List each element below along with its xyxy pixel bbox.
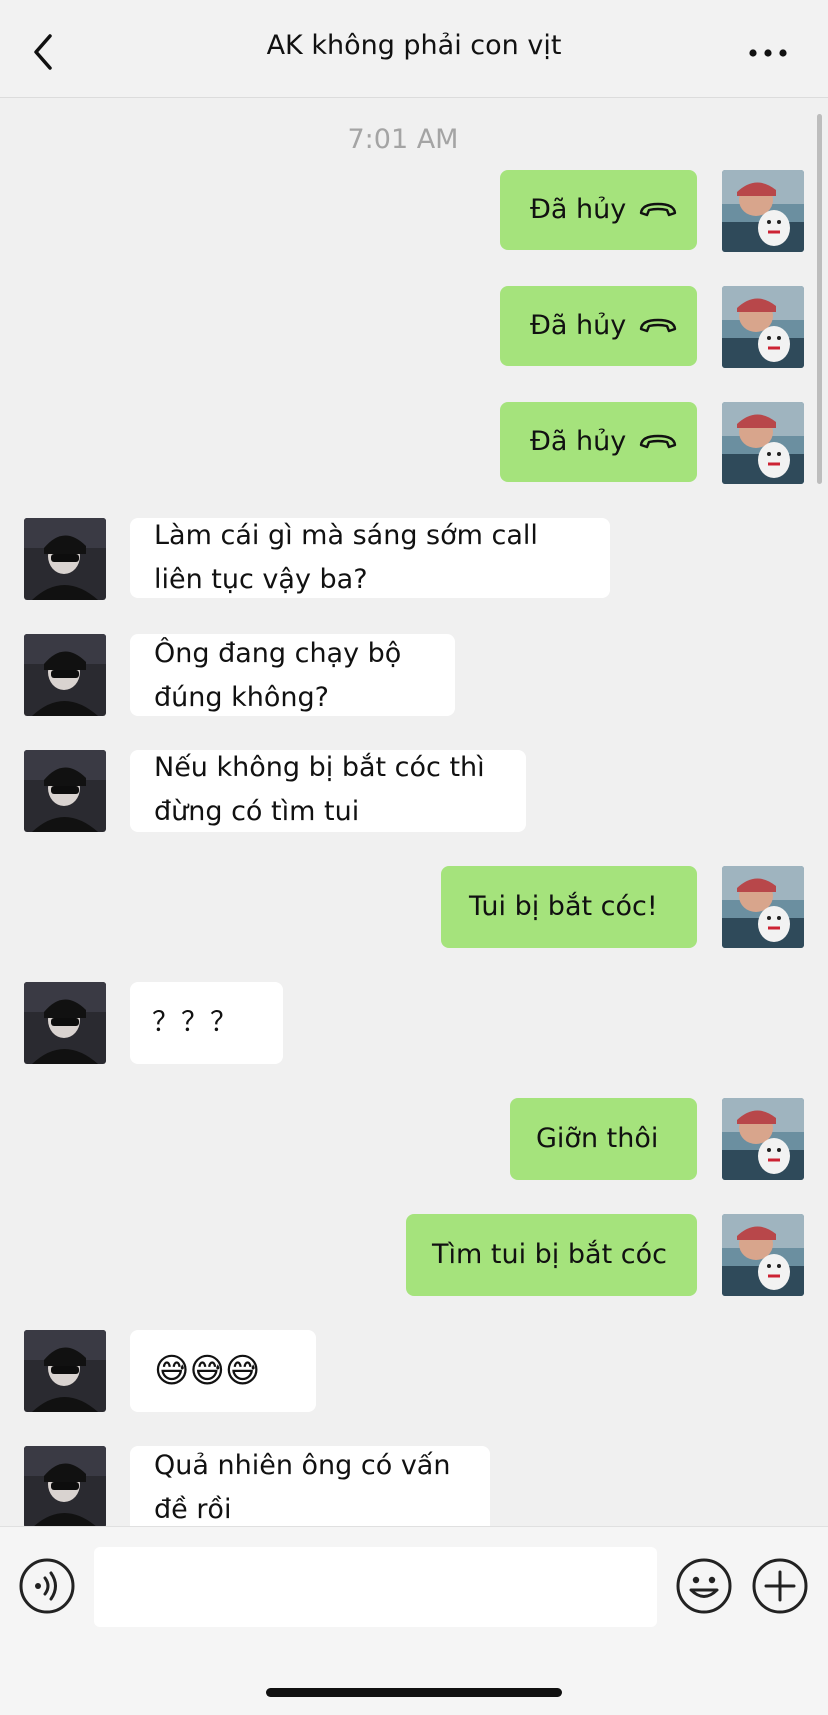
their-avatar[interactable] [24, 634, 106, 716]
my-avatar[interactable] [722, 1214, 804, 1296]
emoji-icon[interactable] [675, 1557, 733, 1615]
message-text: Tui bị bắt cóc! [469, 891, 658, 922]
my-avatar[interactable] [722, 286, 804, 368]
my-avatar[interactable] [722, 1098, 804, 1180]
my-avatar[interactable] [722, 402, 804, 484]
message-text: ？？？ [152, 1007, 239, 1038]
message-bubble-me[interactable]: Tìm tui bị bắt cóc [406, 1214, 697, 1296]
message-bubble-them[interactable]: Nếu không bị bắt cóc thì đừng có tìm tui [130, 750, 526, 832]
message-text: Đã hủy [530, 426, 627, 457]
plus-icon[interactable] [751, 1557, 809, 1615]
message-text: Nếu không bị bắt cóc thì đừng có tìm tui [154, 752, 485, 827]
message-bubble-me[interactable]: Đã hủy [500, 286, 697, 366]
scrollbar[interactable] [817, 114, 822, 484]
composer-bar [0, 1526, 828, 1715]
their-avatar[interactable] [24, 982, 106, 1064]
timestamp: 7:01 AM [347, 124, 459, 155]
message-bubble-them[interactable]: Làm cái gì mà sáng sớm call liên tục vậy… [130, 518, 610, 598]
my-avatar[interactable] [722, 866, 804, 948]
message-bubble-me[interactable]: Giỡn thôi [510, 1098, 697, 1180]
their-avatar[interactable] [24, 1330, 106, 1412]
my-avatar[interactable] [722, 170, 804, 252]
message-text: Đã hủy [530, 194, 627, 225]
message-bubble-them[interactable]: 😅😅😅 [130, 1330, 316, 1412]
message-text: Tìm tui bị bắt cóc [432, 1239, 667, 1270]
message-text: Quả nhiên ông có vấn đề rồi [154, 1450, 451, 1525]
phone-hangup-icon [638, 315, 678, 335]
message-bubble-them[interactable]: ？？？ [130, 982, 283, 1064]
chat-title: AK không phải con vịt [266, 30, 562, 61]
message-text: Giỡn thôi [536, 1123, 659, 1154]
more-dots-icon[interactable] [746, 38, 790, 68]
voice-icon[interactable] [18, 1557, 76, 1615]
their-avatar[interactable] [24, 1446, 106, 1528]
phone-hangup-icon [638, 431, 678, 451]
home-indicator[interactable] [266, 1688, 562, 1697]
message-bubble-them[interactable]: Ông đang chạy bộ đúng không? [130, 634, 455, 716]
message-bubble-me[interactable]: Đã hủy [500, 402, 697, 482]
nav-bar: AK không phải con vịt [0, 0, 828, 98]
phone-hangup-icon [638, 199, 678, 219]
message-text: Làm cái gì mà sáng sớm call liên tục vậy… [154, 520, 538, 595]
message-bubble-me[interactable]: Đã hủy [500, 170, 697, 250]
message-bubble-them[interactable]: Quả nhiên ông có vấn đề rồi [130, 1446, 490, 1526]
their-avatar[interactable] [24, 750, 106, 832]
their-avatar[interactable] [24, 518, 106, 600]
message-text: Đã hủy [530, 310, 627, 341]
message-text: 😅😅😅 [154, 1351, 261, 1391]
message-input[interactable] [94, 1547, 657, 1627]
message-text: Ông đang chạy bộ đúng không? [154, 638, 402, 713]
message-bubble-me[interactable]: Tui bị bắt cóc! [441, 866, 697, 948]
